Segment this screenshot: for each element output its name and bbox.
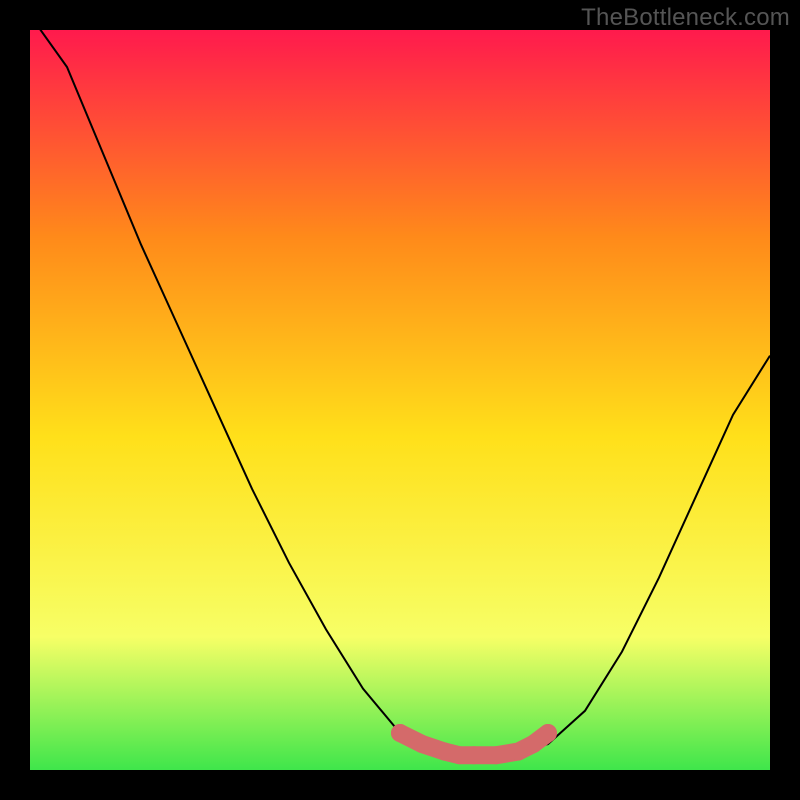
- marker-dot: [539, 724, 557, 742]
- marker-dot: [465, 746, 483, 764]
- marker-dot: [487, 746, 505, 764]
- plot-area: [30, 30, 770, 770]
- marker-dot: [391, 724, 409, 742]
- chart-container: TheBottleneck.com: [0, 0, 800, 800]
- gradient-background: [30, 30, 770, 770]
- marker-dot: [413, 735, 431, 753]
- watermark-text: TheBottleneck.com: [581, 4, 790, 32]
- marker-dot: [524, 735, 542, 753]
- chart-svg: [30, 30, 770, 770]
